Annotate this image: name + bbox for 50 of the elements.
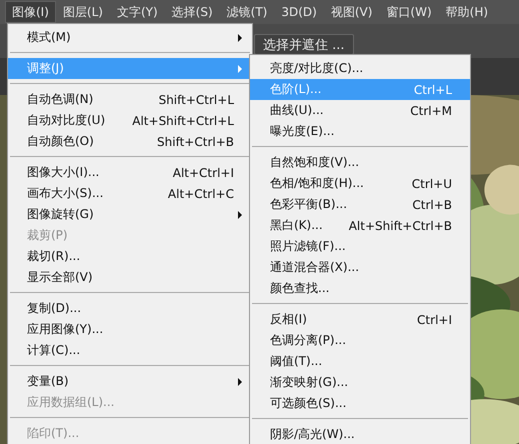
menu-item[interactable]: 自然饱和度(V)... (250, 152, 470, 173)
menu-bar-item[interactable]: 图层(L) (56, 1, 110, 23)
menu-bar-item[interactable]: 文字(Y) (110, 1, 165, 23)
menu-item[interactable]: 自动颜色(O) Shift+Ctrl+B (8, 131, 252, 152)
shortcut-text: Shift+Ctrl+B (157, 134, 234, 148)
menu-item[interactable]: 复制(D)... (8, 298, 252, 319)
shortcut-text: Ctrl+I (417, 312, 452, 326)
shortcut-text: Ctrl+L (414, 82, 452, 96)
menu-item[interactable]: 亮度/对比度(C)... (250, 58, 470, 79)
shortcut-text: Alt+Ctrl+C (168, 186, 234, 200)
menu-item[interactable]: 曝光度(E)... (250, 121, 470, 142)
menu-item[interactable]: 黑白(K)... Alt+Shift+Ctrl+B (250, 215, 470, 236)
menu-item[interactable]: 阈值(T)... (250, 351, 470, 372)
menu-bar-item[interactable]: 滤镜(T) (220, 1, 274, 23)
menu-item[interactable]: 计算(C)... (8, 340, 252, 361)
menu-bar-item[interactable]: 选择(S) (164, 1, 220, 23)
menu-item[interactable]: 应用图像(Y)... (8, 319, 252, 340)
menu-item[interactable]: 色调分离(P)... (250, 330, 470, 351)
shortcut-text: Alt+Shift+Ctrl+B (348, 218, 452, 232)
menu-item[interactable]: 模式(M) (8, 27, 252, 48)
menu-bar-item[interactable]: 帮助(H) (438, 1, 496, 23)
menu-item[interactable]: 变量(B) (8, 371, 252, 392)
select-and-mask-button[interactable]: 选择并遮住 ... (254, 34, 354, 55)
menu-item[interactable]: 照片滤镜(F)... (250, 236, 470, 257)
menu-item[interactable]: 曲线(U)... Ctrl+M (250, 100, 470, 121)
menu-item[interactable]: 颜色查找... (250, 278, 470, 299)
menu-bar-item[interactable]: 视图(V) (324, 1, 380, 23)
menu-item[interactable]: 图像大小(I)... Alt+Ctrl+I (8, 162, 252, 183)
menu-item[interactable]: 裁切(R)... (8, 246, 252, 267)
menu-item[interactable]: 画布大小(S)... Alt+Ctrl+C (8, 183, 252, 204)
menu-item[interactable]: 图像旋转(G) (8, 204, 252, 225)
menu-item[interactable]: 通道混合器(X)... (250, 257, 470, 278)
shortcut-text: Alt+Shift+Ctrl+L (132, 114, 234, 128)
shortcut-text: Alt+Ctrl+I (172, 166, 234, 180)
menu-item[interactable]: 色相/饱和度(H)... Ctrl+U (250, 173, 470, 194)
shortcut-text: Ctrl+B (412, 198, 452, 212)
shortcut-text: Ctrl+U (412, 176, 452, 190)
shortcut-text: Shift+Ctrl+L (158, 92, 234, 106)
menu-item[interactable]: 反相(I) Ctrl+I (250, 309, 470, 330)
menu-bar-item[interactable]: 窗口(W) (379, 1, 439, 23)
menu-bar-item[interactable]: 3D(D) (274, 1, 324, 23)
menu-item[interactable]: 自动色调(N) Shift+Ctrl+L (8, 89, 252, 110)
menu-item[interactable]: 显示全部(V) (8, 267, 252, 288)
menu-item[interactable]: 渐变映射(G)... (250, 372, 470, 393)
menu-item[interactable]: 阴影/高光(W)... (250, 424, 470, 444)
menu-item[interactable]: 可选颜色(S)... (250, 393, 470, 414)
menu-item[interactable]: 自动对比度(U) Alt+Shift+Ctrl+L (8, 110, 252, 131)
menu-bar-item[interactable]: 图像(I) (5, 1, 56, 23)
menu-item[interactable]: 色彩平衡(B)... Ctrl+B (250, 194, 470, 215)
shortcut-text: Ctrl+M (410, 104, 452, 118)
